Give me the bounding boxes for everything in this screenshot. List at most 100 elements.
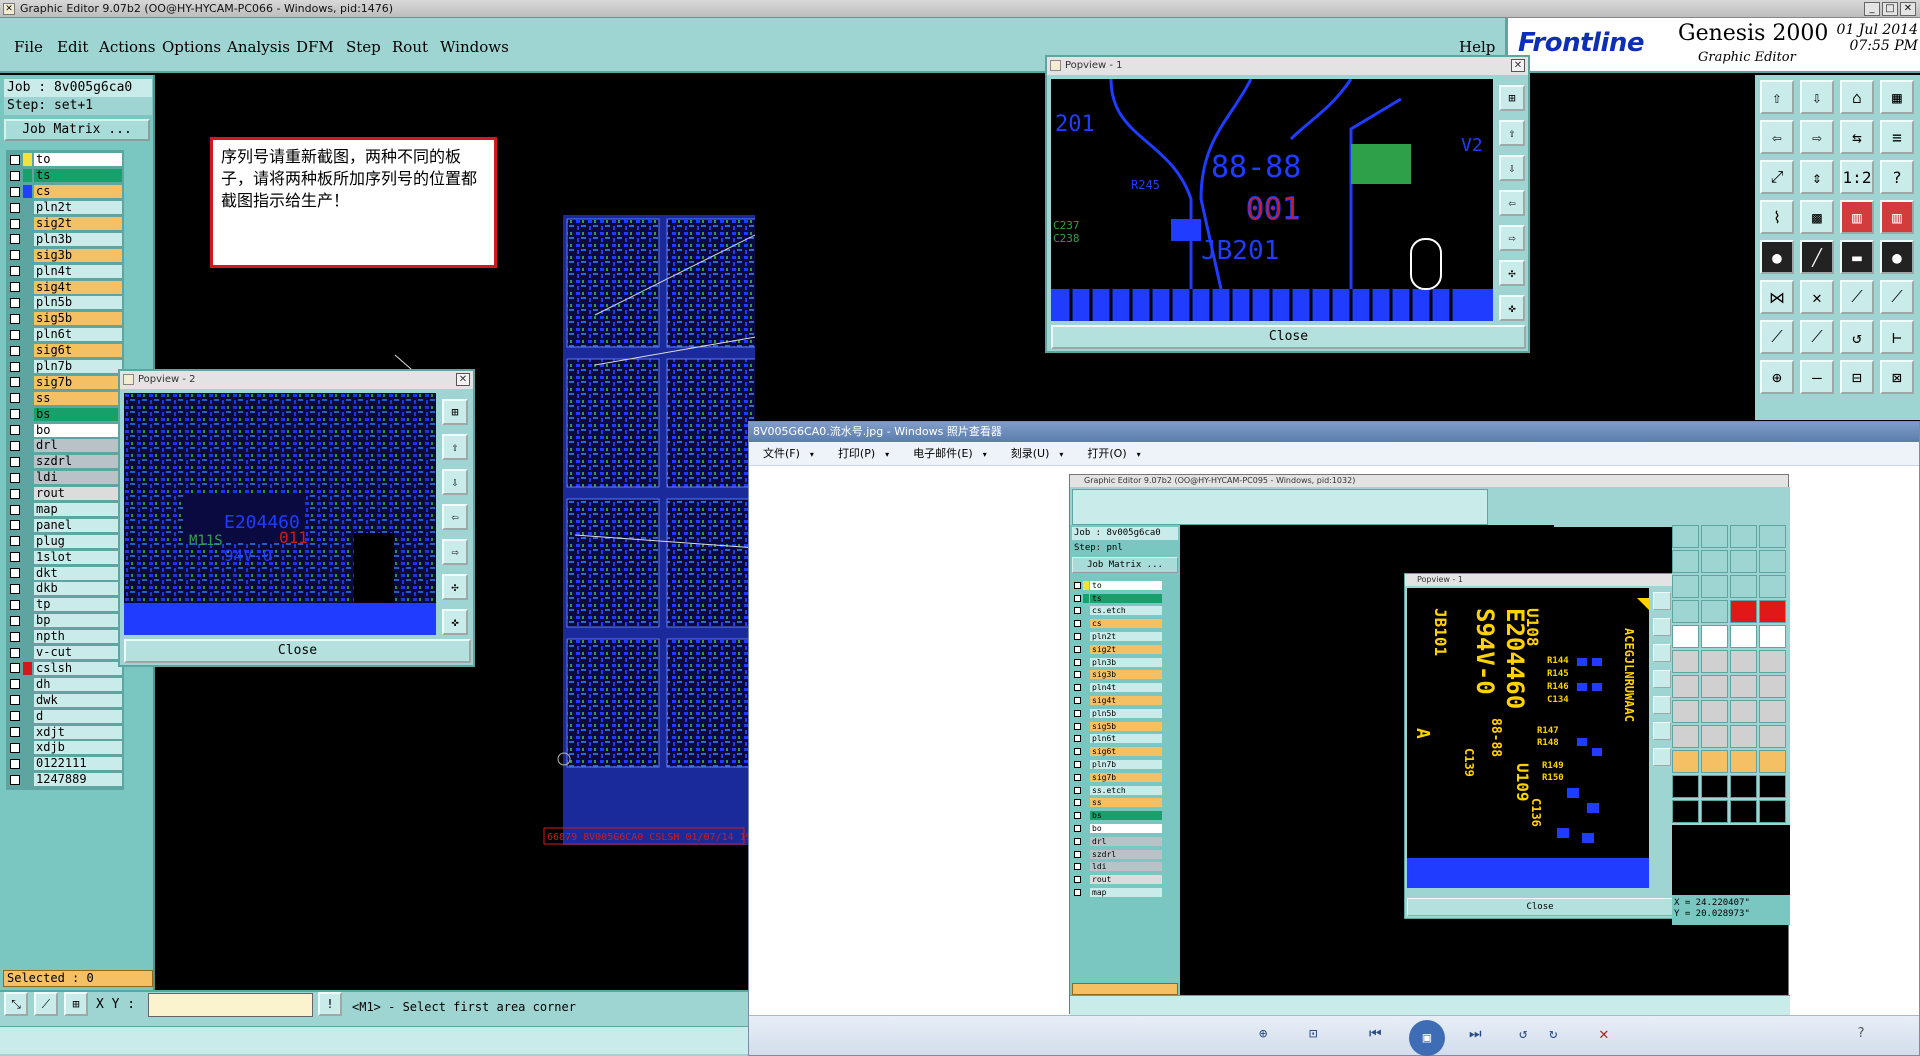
layer-checkbox[interactable] <box>10 472 20 483</box>
cross-icon[interactable]: ✕ <box>1800 280 1834 314</box>
pan-down-icon[interactable]: ⇩ <box>1499 155 1525 181</box>
layer-row[interactable]: sig7b <box>8 374 122 390</box>
measure-icon[interactable]: ⟋ <box>34 992 58 1016</box>
zoom-in-icon[interactable]: ✜ <box>1499 295 1525 321</box>
layer-checkbox[interactable] <box>10 583 20 594</box>
layer-row[interactable]: cslsh <box>8 661 122 677</box>
line-icon[interactable]: ╱ <box>1800 240 1834 274</box>
bar-icon[interactable]: ▬ <box>1840 240 1874 274</box>
help-icon[interactable]: ? <box>1857 1026 1865 1041</box>
pan-right-icon[interactable]: ⇨ <box>442 539 468 565</box>
layer-row[interactable]: rout <box>8 486 122 502</box>
layer-row[interactable]: dh <box>8 676 122 692</box>
delete-icon[interactable]: ✕ <box>1599 1024 1609 1043</box>
menu-windows[interactable]: Windows <box>440 38 509 56</box>
menu-file[interactable]: File <box>14 38 43 56</box>
menu-step[interactable]: Step <box>346 38 381 56</box>
layers-icon[interactable]: ▥ <box>1840 200 1874 234</box>
rotate-right-icon[interactable]: ↻ <box>1549 1026 1557 1042</box>
viewer-menu-item[interactable]: 文件(F) <box>763 447 800 460</box>
layer-checkbox[interactable] <box>10 154 20 165</box>
route-icon[interactable]: ⌇ <box>1760 200 1794 234</box>
layer-row[interactable]: dwk <box>8 692 122 708</box>
layer-checkbox[interactable] <box>10 758 20 769</box>
zoom-out-icon[interactable]: ✣ <box>442 574 468 600</box>
viewer-menu-item[interactable]: 打印(P) <box>838 447 875 460</box>
target-icon[interactable]: ⊕ <box>1760 360 1794 394</box>
layer-row[interactable]: sig5b <box>8 311 122 327</box>
layer-checkbox[interactable] <box>10 695 20 706</box>
dot-icon[interactable]: ● <box>1880 240 1914 274</box>
popview2-close-button[interactable]: Close <box>124 639 471 663</box>
pan-right-icon[interactable]: ⇨ <box>1499 225 1525 251</box>
layer-checkbox[interactable] <box>10 440 20 451</box>
popview1-close-button[interactable]: Close <box>1051 325 1526 349</box>
popview1-view[interactable]: 201 R245 88-88 001 JB201 C237 C238 V2 <box>1051 79 1493 321</box>
layer-checkbox[interactable] <box>10 647 20 658</box>
xy-input[interactable] <box>148 993 313 1017</box>
layer-checkbox[interactable] <box>10 663 20 674</box>
move-up-icon[interactable]: ⇧ <box>1760 80 1794 114</box>
layer-checkbox[interactable] <box>10 377 20 388</box>
popview1-close-icon[interactable]: ✕ <box>1511 59 1525 72</box>
pan-left-icon[interactable]: ⇦ <box>1499 190 1525 216</box>
layer-checkbox[interactable] <box>10 552 20 563</box>
layer-row[interactable]: plug <box>8 533 122 549</box>
layer-row[interactable]: pln5b <box>8 295 122 311</box>
layer-checkbox[interactable] <box>10 425 20 436</box>
layer-row[interactable]: bs <box>8 406 122 422</box>
move-down-icon[interactable]: ⇩ <box>1800 80 1834 114</box>
layer-row[interactable]: pln3b <box>8 231 122 247</box>
pattern-icon[interactable]: ▩ <box>1800 200 1834 234</box>
layer-row[interactable]: bp <box>8 613 122 629</box>
layer-checkbox[interactable] <box>10 361 20 372</box>
layer-checkbox[interactable] <box>10 727 20 737</box>
layer-checkbox[interactable] <box>10 250 20 261</box>
layer-row[interactable]: szdrl <box>8 454 122 470</box>
slash-alt-icon[interactable]: ⟋ <box>1800 320 1834 354</box>
zoom-fit-icon[interactable]: ⊞ <box>442 399 468 425</box>
layer-row[interactable]: ss <box>8 390 122 406</box>
layers-alt-icon[interactable]: ▥ <box>1880 200 1914 234</box>
zoom-area-icon[interactable]: ⤡ <box>4 992 28 1016</box>
pan-down-icon[interactable]: ⇩ <box>442 469 468 495</box>
layer-row[interactable]: to <box>8 152 122 168</box>
layer-checkbox[interactable] <box>10 520 20 531</box>
layer-row[interactable]: panel <box>8 517 122 533</box>
layer-checkbox[interactable] <box>10 329 20 340</box>
menu-edit[interactable]: Edit <box>57 38 88 56</box>
layer-row[interactable]: dkb <box>8 581 122 597</box>
slash-icon[interactable]: ⟋ <box>1760 320 1794 354</box>
minimize-button[interactable]: _ <box>1864 2 1880 16</box>
layer-checkbox[interactable] <box>10 742 20 753</box>
viewer-menu-item[interactable]: 打开(O) <box>1087 447 1126 460</box>
layer-checkbox[interactable] <box>10 409 20 420</box>
rotate-icon[interactable]: ↺ <box>1840 320 1874 354</box>
popview2-close-icon[interactable]: ✕ <box>456 373 470 386</box>
diag-icon[interactable]: ⟋ <box>1840 280 1874 314</box>
fit-icon[interactable]: ⤢ <box>1760 160 1794 194</box>
grid-icon[interactable]: ▦ <box>1880 80 1914 114</box>
layer-row[interactable]: bo <box>8 422 122 438</box>
zoom-icon[interactable]: ⊕ <box>1259 1026 1267 1042</box>
layer-row[interactable]: drl <box>8 438 122 454</box>
layer-row[interactable]: cs <box>8 184 122 200</box>
layer-checkbox[interactable] <box>10 234 20 245</box>
layer-row[interactable]: pln6t <box>8 327 122 343</box>
layer-row[interactable]: npth <box>8 629 122 645</box>
menu-help[interactable]: Help <box>1459 38 1495 56</box>
list-icon[interactable]: ≡ <box>1880 120 1914 154</box>
help-icon[interactable]: ? <box>1880 160 1914 194</box>
layer-checkbox[interactable] <box>10 599 20 610</box>
menu-options[interactable]: Options <box>162 38 221 56</box>
layer-checkbox[interactable] <box>10 456 20 467</box>
layer-row[interactable]: v-cut <box>8 645 122 661</box>
menu-dfm[interactable]: DFM <box>296 38 334 56</box>
layer-row[interactable]: 1247889 <box>8 772 122 788</box>
layer-checkbox[interactable] <box>10 711 20 722</box>
maximize-button[interactable]: □ <box>1882 2 1898 16</box>
job-matrix-button[interactable]: Job Matrix ... <box>4 119 150 141</box>
layer-checkbox[interactable] <box>10 615 20 626</box>
command-line[interactable] <box>0 1026 750 1054</box>
slideshow-icon[interactable]: ▣ <box>1409 1020 1445 1056</box>
